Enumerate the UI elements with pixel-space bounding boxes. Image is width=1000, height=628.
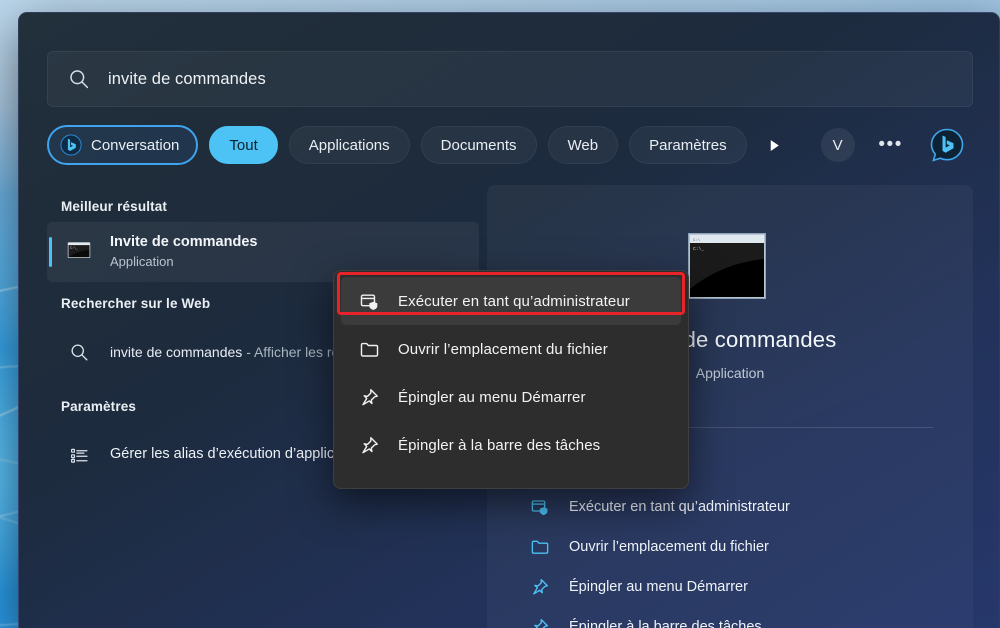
windows-search-flyout: invite de commandes Conversation Tout Ap… — [18, 12, 1000, 628]
context-menu-item-label: Épingler au menu Démarrer — [398, 388, 586, 406]
result-item-title: Invite de commandes — [110, 234, 258, 251]
filter-pill-documents[interactable]: Documents — [420, 126, 537, 164]
context-menu-item-pin-to-start[interactable]: Épingler au menu Démarrer — [341, 373, 681, 421]
filter-pill-tout[interactable]: Tout — [209, 126, 278, 164]
detail-action-open-file-location[interactable]: Ouvrir l’emplacement du fichier — [511, 527, 949, 567]
result-item-subtitle: Application — [110, 254, 174, 269]
filter-pill-row: Conversation Tout Applications Documents… — [47, 121, 973, 169]
filter-pill-web[interactable]: Web — [547, 126, 619, 164]
detail-action-label: Exécuter en tant qu’administrateur — [569, 499, 790, 515]
folder-icon — [529, 536, 551, 558]
result-item-text: Gérer les alias d’exécution d’applicatio… — [110, 444, 366, 465]
overflow-menu-dots: ••• — [878, 134, 903, 155]
svg-text:C:\_: C:\_ — [70, 246, 78, 250]
command-prompt-window-thumbnail: C:\ C:\_ — [688, 233, 766, 299]
detail-action-label: Épingler au menu Démarrer — [569, 579, 748, 595]
context-menu-item-label: Épingler à la barre des tâches — [398, 436, 601, 454]
search-input[interactable]: invite de commandes — [47, 51, 973, 107]
play-arrow-icon[interactable] — [758, 128, 792, 162]
svg-text:C:\: C:\ — [693, 238, 701, 243]
settings-item-label: Gérer les alias d’exécution d’applicatio… — [110, 446, 366, 463]
filter-pill-tout-label: Tout — [229, 136, 258, 154]
svg-text:C:\_: C:\_ — [693, 246, 704, 252]
detail-action-label: Épingler à la barre des tâches — [569, 619, 762, 628]
search-input-value: invite de commandes — [108, 69, 266, 88]
filter-pill-web-label: Web — [567, 136, 599, 154]
avatar-initial: V — [832, 136, 843, 154]
detail-action-pin-to-taskbar[interactable]: Épingler à la barre des tâches — [511, 607, 949, 628]
list-settings-icon — [63, 439, 95, 471]
pin-icon — [529, 616, 551, 628]
context-menu-item-run-as-admin[interactable]: Exécuter en tant qu’administrateur — [341, 277, 681, 325]
section-title-best-match: Meilleur résultat — [61, 199, 168, 214]
context-menu-item-label: Exécuter en tant qu’administrateur — [398, 292, 630, 310]
filter-pill-parametres-label: Paramètres — [649, 136, 727, 154]
filter-pill-parametres[interactable]: Paramètres — [629, 126, 747, 164]
detail-action-run-as-admin[interactable]: Exécuter en tant qu’administrateur — [511, 487, 949, 527]
pin-icon — [358, 386, 380, 408]
command-prompt-icon: C:\_ — [63, 236, 95, 268]
filter-pill-applications-label: Applications — [308, 136, 390, 154]
result-item-text: Invite de commandes Application — [110, 233, 257, 270]
selection-indicator — [49, 237, 52, 267]
shield-window-icon — [358, 290, 380, 312]
overflow-menu-icon[interactable]: ••• — [874, 128, 908, 162]
shield-window-icon — [529, 496, 551, 518]
filter-pill-conversation[interactable]: Conversation — [47, 125, 199, 165]
filter-pill-documents-label: Documents — [440, 136, 517, 154]
context-menu-item-label: Ouvrir l’emplacement du fichier — [398, 340, 608, 358]
search-icon — [63, 336, 95, 368]
search-icon — [68, 68, 90, 90]
context-menu: Exécuter en tant qu’administrateur Ouvri… — [333, 270, 689, 489]
filter-pill-conversation-label: Conversation — [91, 136, 180, 154]
folder-icon — [358, 338, 380, 360]
detail-action-label: Ouvrir l’emplacement du fichier — [569, 539, 769, 555]
user-avatar[interactable]: V — [820, 128, 855, 162]
filter-pill-applications[interactable]: Applications — [288, 126, 410, 164]
context-menu-item-pin-to-taskbar[interactable]: Épingler à la barre des tâches — [341, 421, 681, 469]
context-menu-item-open-file-location[interactable]: Ouvrir l’emplacement du fichier — [341, 325, 681, 373]
detail-action-pin-to-start[interactable]: Épingler au menu Démarrer — [511, 567, 949, 607]
web-query: invite de commandes — [110, 343, 243, 360]
bing-logo-icon — [60, 134, 82, 156]
pin-icon — [358, 434, 380, 456]
pin-icon — [529, 576, 551, 598]
bing-chat-icon[interactable] — [929, 127, 965, 163]
